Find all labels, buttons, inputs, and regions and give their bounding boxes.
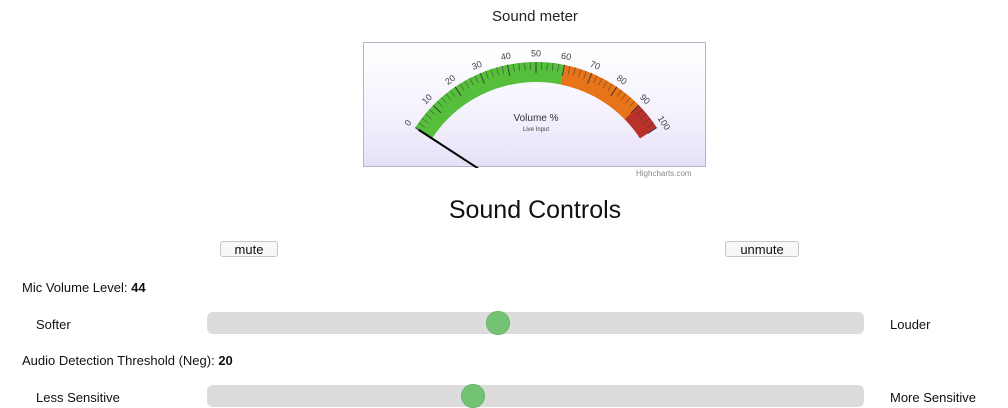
gauge-pane-subtitle: Live Input bbox=[523, 127, 549, 133]
gauge-tick-label-30: 30 bbox=[470, 59, 483, 72]
gauge-band-1 bbox=[561, 65, 639, 119]
softer-label: Softer bbox=[36, 317, 71, 332]
mic-volume-level-label: Mic Volume Level: 44 bbox=[22, 280, 146, 295]
gauge-tick-label-80: 80 bbox=[615, 73, 629, 87]
gauge-needle bbox=[419, 130, 479, 168]
audio-threshold-value: 20 bbox=[218, 353, 232, 368]
highcharts-credits[interactable]: Highcharts.com bbox=[636, 169, 692, 178]
mic-volume-level-text: Mic Volume Level: bbox=[22, 280, 128, 295]
louder-label: Louder bbox=[890, 317, 930, 332]
gauge-svg: 0 10 20 30 40 50 60 70 80 90 100 Volume % Live Inp… bbox=[364, 43, 707, 168]
less-sensitive-label: Less Sensitive bbox=[36, 390, 120, 405]
threshold-slider-thumb[interactable] bbox=[461, 384, 485, 408]
threshold-slider[interactable] bbox=[207, 385, 864, 407]
mic-volume-slider[interactable] bbox=[207, 312, 864, 334]
mic-volume-level-value: 44 bbox=[131, 280, 145, 295]
unmute-button[interactable]: unmute bbox=[725, 241, 799, 257]
mic-volume-slider-thumb[interactable] bbox=[486, 311, 510, 335]
gauge-tick-label-40: 40 bbox=[500, 50, 512, 62]
more-sensitive-label: More Sensitive bbox=[890, 390, 976, 405]
gauge-tick-label-50: 50 bbox=[531, 48, 541, 58]
audio-threshold-text: Audio Detection Threshold (Neg): bbox=[22, 353, 215, 368]
sound-controls-title: Sound Controls bbox=[0, 196, 1008, 225]
gauge-tick-label-20: 20 bbox=[443, 73, 457, 87]
mute-button[interactable]: mute bbox=[220, 241, 278, 257]
gauge-tick-label-0: 0 bbox=[402, 118, 413, 128]
gauge-tick-label-100: 100 bbox=[656, 114, 673, 132]
sound-meter-gauge: 0 10 20 30 40 50 60 70 80 90 100 Volume % Live Inp… bbox=[363, 42, 706, 167]
audio-threshold-label: Audio Detection Threshold (Neg): 20 bbox=[22, 353, 233, 368]
gauge-pane-title: Volume % bbox=[513, 113, 558, 124]
gauge-tick-label-10: 10 bbox=[420, 92, 434, 106]
gauge-tick-label-60: 60 bbox=[560, 50, 572, 62]
gauge-tick-label-70: 70 bbox=[589, 59, 602, 72]
gauge-tick-label-90: 90 bbox=[638, 92, 652, 106]
sound-meter-title: Sound meter bbox=[0, 8, 1008, 25]
